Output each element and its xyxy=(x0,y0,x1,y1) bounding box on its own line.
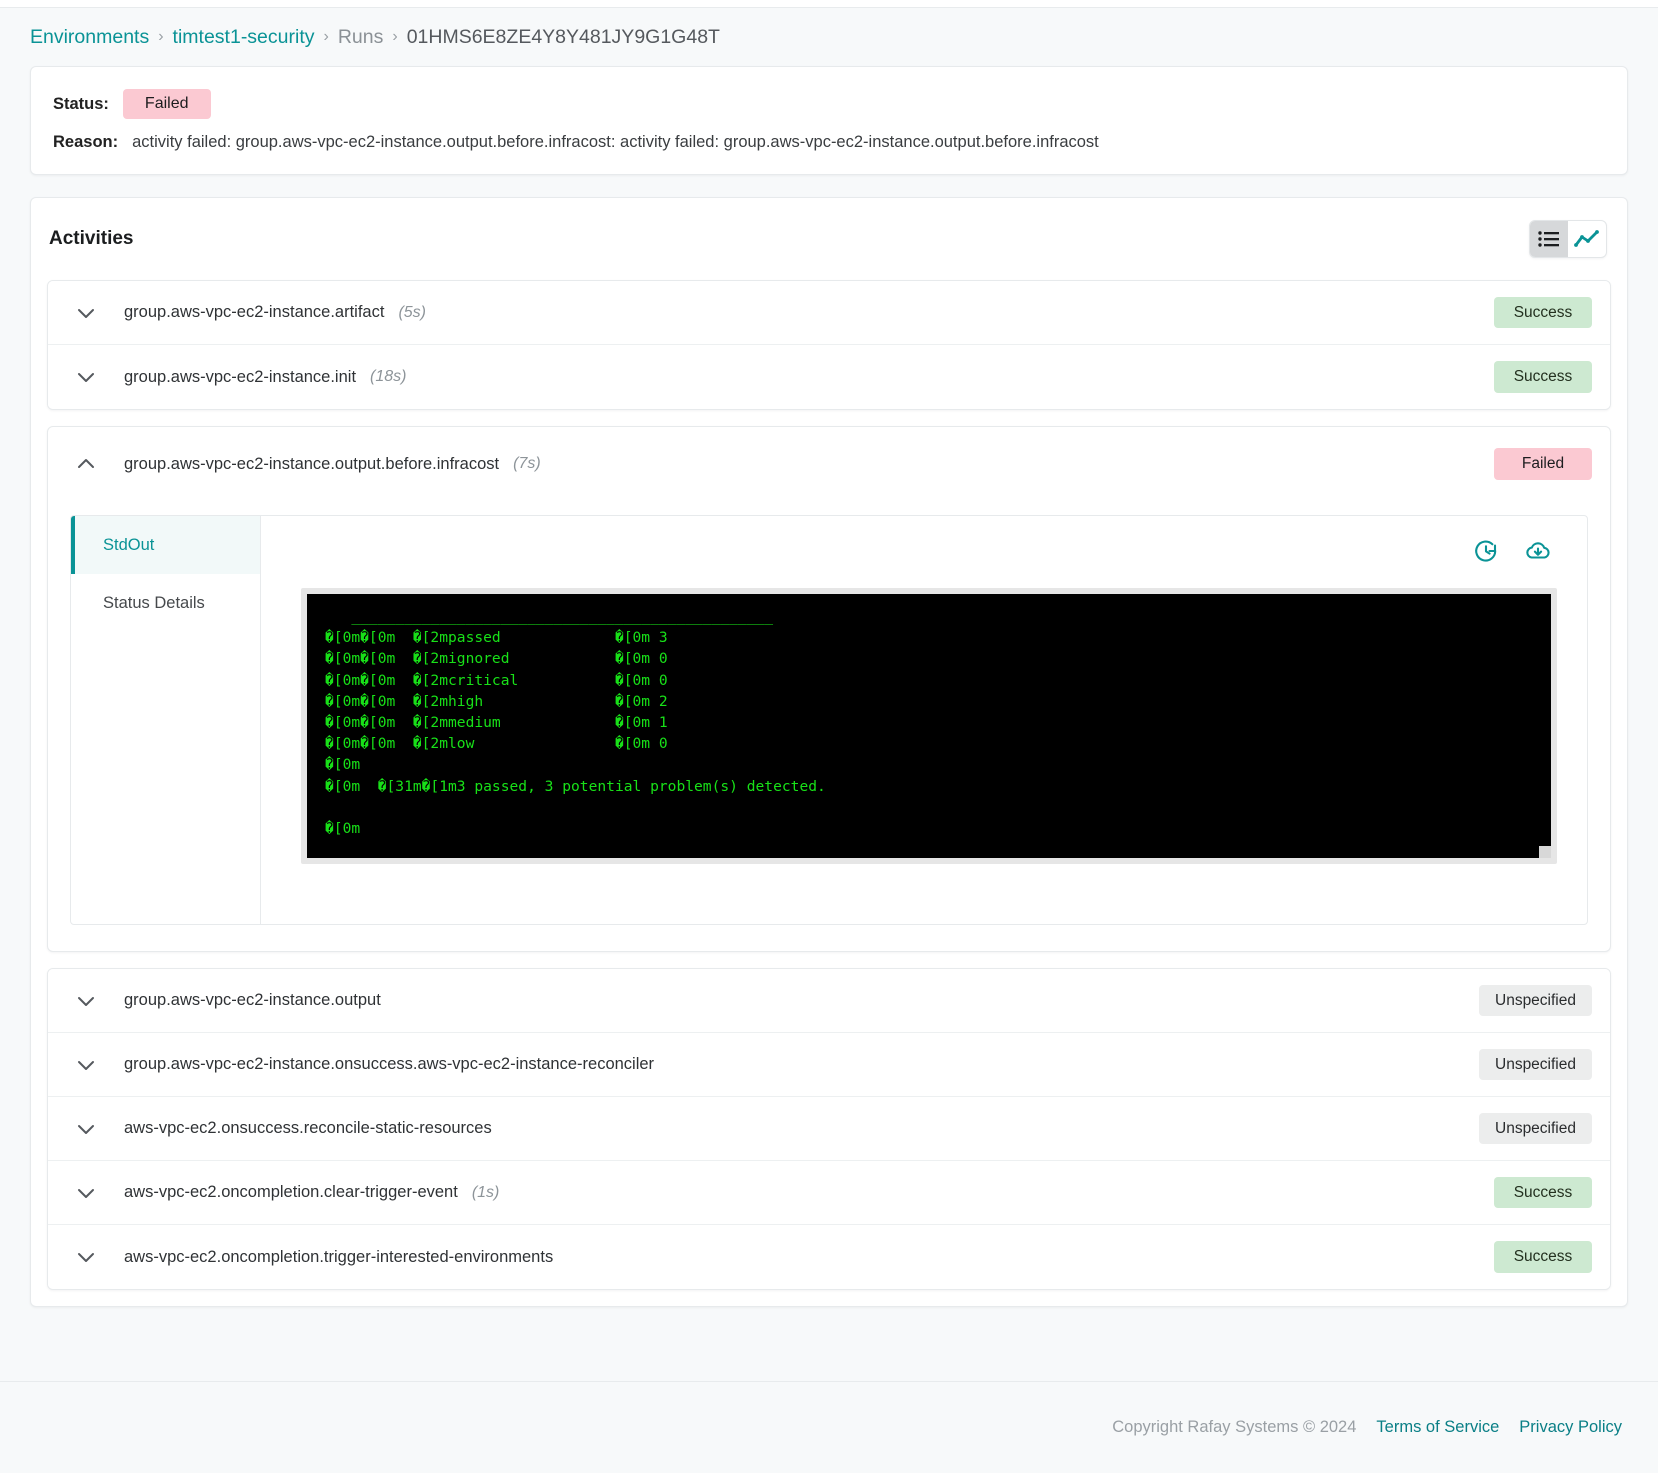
terminal-output[interactable]: ________________________________________… xyxy=(307,594,1551,858)
tab-status-details[interactable]: Status Details xyxy=(71,574,260,632)
tab-label: StdOut xyxy=(103,535,155,554)
terminal-line: �[0m�[0m �[2mignored �[0m 0 xyxy=(325,650,668,668)
copyright-text: Copyright Rafay Systems © 2024 xyxy=(1112,1418,1357,1436)
activities-title: Activities xyxy=(49,228,134,249)
table-row[interactable]: group.aws-vpc-ec2-instance.output.before… xyxy=(48,427,1610,501)
breadcrumb-separator: › xyxy=(392,28,398,45)
terminal-resize-handle[interactable] xyxy=(1539,846,1551,858)
table-row[interactable]: group.aws-vpc-ec2-instance.onsuccess.aws… xyxy=(48,1033,1610,1097)
status-badge: Success xyxy=(1494,1241,1592,1273)
tab-stdout[interactable]: StdOut xyxy=(71,516,260,574)
reason-label: Reason: xyxy=(53,133,119,151)
terminal-line: ________________________________________… xyxy=(325,608,774,625)
activity-group-bottom: group.aws-vpc-ec2-instance.output Unspec… xyxy=(47,968,1611,1290)
cloud-download-icon[interactable] xyxy=(1523,536,1553,566)
terminal-line: �[0m�[0m �[2mpassed �[0m 3 xyxy=(325,629,668,647)
terminal-line: �[0m �[31m�[1m3 passed, 3 potential prob… xyxy=(325,777,826,795)
activity-name: group.aws-vpc-ec2-instance.artifact xyxy=(124,303,385,321)
terminal-line: �[0m�[0m �[2mcritical �[0m 0 xyxy=(325,671,668,689)
chevron-down-icon[interactable] xyxy=(48,370,124,384)
refresh-history-icon[interactable] xyxy=(1471,536,1501,566)
activity-duration: (5s) xyxy=(398,303,427,321)
log-actions xyxy=(281,530,1567,566)
activity-name: aws-vpc-ec2.oncompletion.trigger-interes… xyxy=(124,1247,554,1266)
reason-row: Reason: activity failed: group.aws-vpc-e… xyxy=(53,133,1605,152)
table-row[interactable]: group.aws-vpc-ec2-instance.init (18s) Su… xyxy=(48,345,1610,409)
page-footer: Copyright Rafay Systems © 2024 Terms of … xyxy=(0,1381,1658,1473)
table-row[interactable]: group.aws-vpc-ec2-instance.output Unspec… xyxy=(48,969,1610,1033)
terminal-line: �[0m xyxy=(325,820,361,838)
activity-expanded-failed: group.aws-vpc-ec2-instance.output.before… xyxy=(47,426,1611,952)
status-badge: Unspecified xyxy=(1479,1048,1592,1081)
activity-name: group.aws-vpc-ec2-instance.output.before… xyxy=(124,454,500,473)
status-card: Status: Failed Reason: activity failed: … xyxy=(30,66,1628,175)
status-badge: Success xyxy=(1494,296,1592,329)
chevron-down-icon[interactable] xyxy=(48,1122,124,1136)
view-toggle-group xyxy=(1529,220,1607,258)
table-row[interactable]: aws-vpc-ec2.onsuccess.reconcile-static-r… xyxy=(48,1097,1610,1161)
terms-of-service-link[interactable]: Terms of Service xyxy=(1376,1418,1499,1437)
status-badge: Failed xyxy=(1494,448,1592,480)
list-view-icon[interactable] xyxy=(1530,221,1568,257)
activities-card: Activities group.aws-vpc-ec2-instance.ar… xyxy=(30,197,1628,1307)
activity-name: aws-vpc-ec2.onsuccess.reconcile-static-r… xyxy=(124,1119,492,1137)
status-badge: Success xyxy=(1494,361,1592,393)
table-row[interactable]: aws-vpc-ec2.oncompletion.clear-trigger-e… xyxy=(48,1161,1610,1225)
breadcrumb-item-environments[interactable]: Environments xyxy=(30,26,149,49)
terminal-line: �[0m�[0m �[2mhigh �[0m 2 xyxy=(325,692,668,710)
status-badge: Failed xyxy=(122,89,211,119)
terminal-line: �[0m xyxy=(325,756,361,774)
terminal-line: �[0m�[0m �[2mmedium �[0m 1 xyxy=(325,714,668,732)
activity-name: group.aws-vpc-ec2-instance.init xyxy=(124,367,357,386)
activity-duration: (18s) xyxy=(370,368,407,385)
trend-chart-icon[interactable] xyxy=(1568,221,1606,257)
breadcrumb-item-run-id: 01HMS6E8ZE4Y8Y481JY9G1G48T xyxy=(406,25,720,48)
page-content: Environments › timtest1-security › Runs … xyxy=(0,8,1658,1381)
activity-name: aws-vpc-ec2.oncompletion.clear-trigger-e… xyxy=(124,1183,458,1201)
table-row[interactable]: group.aws-vpc-ec2-instance.artifact (5s)… xyxy=(48,281,1610,345)
chevron-down-icon[interactable] xyxy=(48,306,124,320)
detail-tabs: StdOut Status Details xyxy=(71,516,261,924)
chevron-down-icon[interactable] xyxy=(48,994,124,1008)
chevron-down-icon[interactable] xyxy=(48,1186,124,1200)
status-badge: Unspecified xyxy=(1479,984,1592,1017)
activity-duration: (1s) xyxy=(471,1183,500,1201)
breadcrumb-separator: › xyxy=(323,28,329,45)
chevron-down-icon[interactable] xyxy=(48,1058,124,1072)
tab-label: Status Details xyxy=(103,593,205,612)
activities-header: Activities xyxy=(31,198,1627,280)
breadcrumb-item-timtest1-security[interactable]: timtest1-security xyxy=(173,26,315,49)
reason-value: activity failed: group.aws-vpc-ec2-insta… xyxy=(132,133,1099,151)
status-row: Status: Failed xyxy=(53,89,1605,119)
activity-duration: (7s) xyxy=(513,455,541,472)
breadcrumb-item-runs[interactable]: Runs xyxy=(338,26,384,49)
top-strip xyxy=(0,0,1658,8)
table-row[interactable]: aws-vpc-ec2.oncompletion.trigger-interes… xyxy=(48,1225,1610,1289)
status-label: Status: xyxy=(53,94,109,113)
terminal-frame: ________________________________________… xyxy=(301,588,1557,864)
terminal-line: �[0m�[0m �[2mlow �[0m 0 xyxy=(325,735,668,753)
activities-list: group.aws-vpc-ec2-instance.artifact (5s)… xyxy=(31,280,1627,1306)
activity-name: group.aws-vpc-ec2-instance.onsuccess.aws… xyxy=(124,1055,655,1073)
activity-name: group.aws-vpc-ec2-instance.output xyxy=(124,991,381,1009)
breadcrumb: Environments › timtest1-security › Runs … xyxy=(30,8,1628,66)
run-detail-page: Environments › timtest1-security › Runs … xyxy=(0,0,1658,1473)
chevron-up-icon[interactable] xyxy=(48,457,124,471)
status-badge: Success xyxy=(1494,1176,1592,1209)
breadcrumb-separator: › xyxy=(158,28,164,45)
status-badge: Unspecified xyxy=(1479,1112,1592,1145)
activity-group-top: group.aws-vpc-ec2-instance.artifact (5s)… xyxy=(47,280,1611,410)
activity-detail-body: StdOut Status Details __________________… xyxy=(48,501,1610,951)
privacy-policy-link[interactable]: Privacy Policy xyxy=(1519,1418,1622,1437)
log-panel: ________________________________________… xyxy=(261,516,1587,924)
chevron-down-icon[interactable] xyxy=(48,1250,124,1264)
detail-panel: StdOut Status Details __________________… xyxy=(70,515,1588,925)
